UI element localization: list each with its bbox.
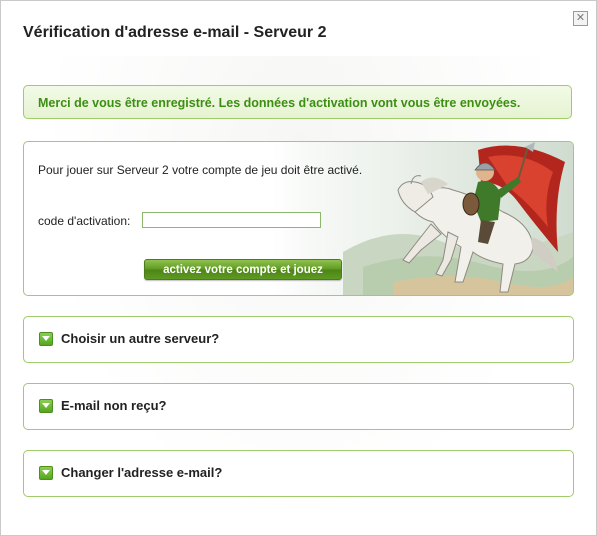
chevron-down-icon bbox=[39, 466, 53, 480]
activation-code-input[interactable] bbox=[142, 212, 321, 228]
chevron-down-icon bbox=[39, 399, 53, 413]
accordion-label: E-mail non reçu? bbox=[61, 398, 167, 413]
close-icon: ✕ bbox=[575, 12, 586, 24]
accordion-label: Changer l'adresse e-mail? bbox=[61, 465, 223, 480]
accordion-email-not-received[interactable]: E-mail non reçu? bbox=[23, 383, 574, 430]
chevron-down-icon bbox=[39, 332, 53, 346]
registration-notice: Merci de vous être enregistré. Les donné… bbox=[23, 85, 572, 119]
dialog-title: Vérification d'adresse e-mail - Serveur … bbox=[23, 24, 327, 41]
close-button[interactable]: ✕ bbox=[573, 11, 588, 26]
notice-text: Merci de vous être enregistré. Les donné… bbox=[38, 96, 521, 110]
activation-intro: Pour jouer sur Serveur 2 votre compte de… bbox=[38, 163, 363, 177]
email-verification-dialog: ✕ Vérification d'adresse e-mail - Serveu… bbox=[0, 0, 597, 536]
accordion-change-email[interactable]: Changer l'adresse e-mail? bbox=[23, 450, 574, 497]
activation-panel: Pour jouer sur Serveur 2 votre compte de… bbox=[23, 141, 574, 296]
activation-code-label: code d'activation: bbox=[38, 214, 131, 228]
accordion-choose-server[interactable]: Choisir un autre serveur? bbox=[23, 316, 574, 363]
activate-account-button[interactable]: activez votre compte et jouez bbox=[144, 259, 342, 280]
accordion-label: Choisir un autre serveur? bbox=[61, 331, 220, 346]
